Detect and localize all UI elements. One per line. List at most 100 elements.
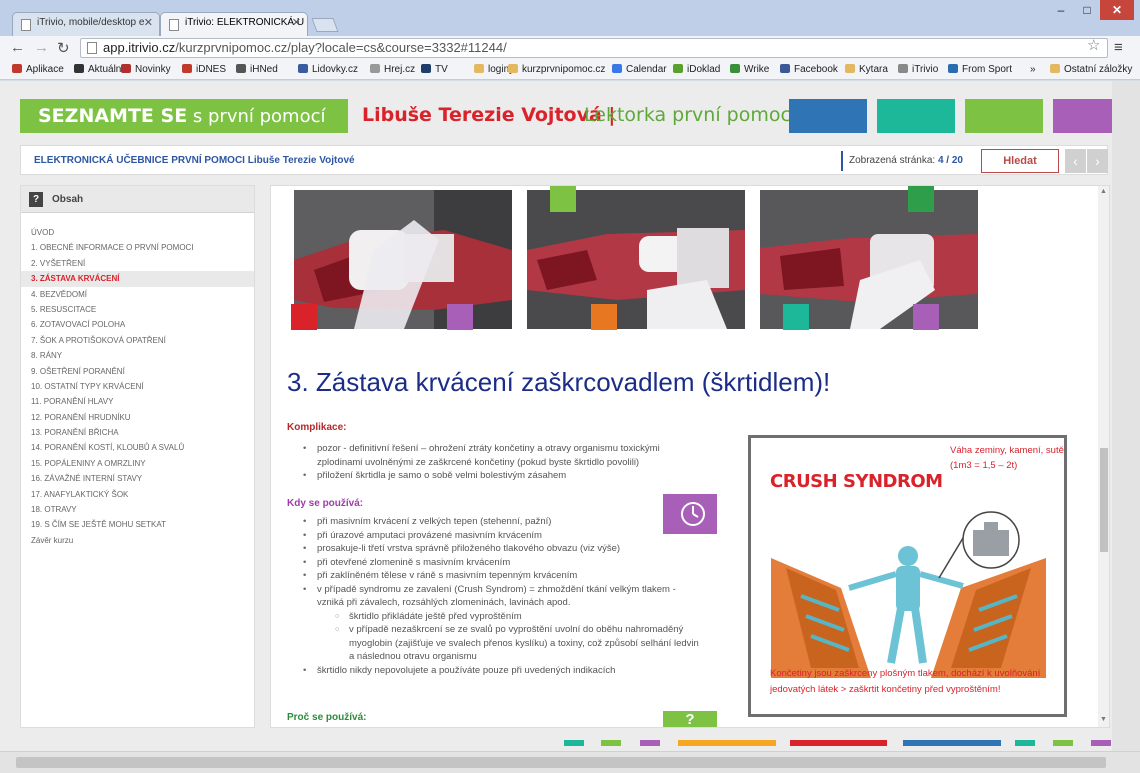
- bookmark-item[interactable]: Aktuálně: [74, 64, 127, 75]
- toc-item[interactable]: ÚVOD: [21, 225, 254, 240]
- new-tab-button[interactable]: [311, 18, 339, 32]
- lesson-content: 3. Zástava krvácení zaškrcovadlem (škrti…: [270, 185, 1110, 728]
- bookmarks-bar: Aplikace Aktuálně Novinky iDNES iHNed Lidovky…: [0, 60, 1140, 80]
- page-icon: [169, 19, 179, 31]
- toc-item[interactable]: 15. POPÁLENINY A OMRZLINY: [21, 456, 254, 471]
- toc-item[interactable]: 9. OŠETŘENÍ PORANĚNÍ: [21, 364, 254, 379]
- color-square: [447, 304, 473, 330]
- color-square: [550, 186, 576, 212]
- toc-item[interactable]: 3. ZÁSTAVA KRVÁCENÍ: [21, 271, 254, 287]
- toc-item[interactable]: 5. RESUSCITACE: [21, 302, 254, 317]
- bookmark-item[interactable]: Facebook: [780, 64, 838, 75]
- toc-item[interactable]: 11. PORANĚNÍ HLAVY: [21, 394, 254, 409]
- bookmark-icon: [673, 64, 683, 73]
- minimize-icon[interactable]: –: [1048, 0, 1074, 20]
- page-scrollbar[interactable]: [1112, 81, 1140, 751]
- web-page: SEZNAMTE SE s první pomocí Libuše Terezi…: [0, 81, 1112, 751]
- section-heading: Kdy se používá:: [287, 498, 364, 509]
- horizontal-scrollbar[interactable]: [0, 751, 1140, 773]
- forward-arrow-icon[interactable]: →: [34, 39, 49, 56]
- bookmark-item[interactable]: Kytara: [845, 64, 888, 75]
- toc-item[interactable]: 1. OBECNÉ INFORMACE O PRVNÍ POMOCI: [21, 240, 254, 255]
- list-item-text: a následnou otravu organismu: [349, 651, 477, 662]
- close-tab-icon[interactable]: ✕: [292, 16, 301, 29]
- bookmark-item[interactable]: iDNES: [182, 64, 226, 75]
- page-current: 4: [937, 155, 944, 166]
- toc-item[interactable]: 12. PORANĚNÍ HRUDNÍKU: [21, 410, 254, 425]
- page-total: 20: [951, 155, 963, 166]
- toc-item[interactable]: 6. ZOTAVOVACÍ POLOHA: [21, 317, 254, 332]
- toc-item[interactable]: 7. ŠOK A PROTIŠOKOVÁ OPATŘENÍ: [21, 333, 254, 348]
- browser-tab-active[interactable]: iTrivio: ELEKTRONICKÁ U ✕: [160, 12, 308, 36]
- intro-bold: SEZNAMTE SE: [38, 105, 188, 127]
- scroll-up-icon[interactable]: ▲: [1100, 188, 1107, 195]
- page-label: Zobrazená stránka:: [849, 155, 936, 166]
- color-block: [1053, 99, 1112, 133]
- toc-item[interactable]: 13. PORANĚNÍ BŘICHA: [21, 425, 254, 440]
- bookmark-item[interactable]: Wrike: [730, 64, 769, 75]
- color-block: [789, 99, 867, 133]
- sub-list-item: v případě nezaškrcení se ze svalů po vyp…: [335, 623, 699, 664]
- bookmark-item[interactable]: iDoklad: [673, 64, 720, 75]
- divider: [841, 151, 843, 171]
- sub-list: škrtidlo přikládáte ještě před vyproštěn…: [335, 610, 699, 664]
- menu-icon[interactable]: ≡: [1114, 39, 1123, 56]
- toc-item[interactable]: 4. BEZVĚDOMÍ: [21, 287, 254, 302]
- toc-item[interactable]: 14. PORANĚNÍ KOSTÍ, KLOUBŮ A SVALŮ: [21, 440, 254, 455]
- bookmark-icon: [474, 64, 484, 73]
- toc-item[interactable]: 2. VYŠETŘENÍ: [21, 256, 254, 271]
- scrollbar-thumb[interactable]: [1100, 448, 1108, 552]
- scroll-down-icon[interactable]: ▼: [1100, 716, 1107, 723]
- search-button[interactable]: Hledat: [981, 149, 1059, 173]
- toc-item[interactable]: 10. OSTATNÍ TYPY KRVÁCENÍ: [21, 379, 254, 394]
- toc-item[interactable]: 18. OTRAVY: [21, 502, 254, 517]
- star-icon[interactable]: ☆: [1087, 36, 1100, 54]
- bookmark-icon: [236, 64, 246, 73]
- other-bookmarks[interactable]: Ostatní záložky: [1050, 64, 1132, 75]
- bookmark-item[interactable]: From Sport: [948, 64, 1012, 75]
- close-window-icon[interactable]: ✕: [1100, 0, 1134, 20]
- weight-label: Váha zeminy, kamení, sutě: [950, 445, 1064, 456]
- bookmark-item[interactable]: TV: [421, 64, 448, 75]
- tab-label: iTrivio: ELEKTRONICKÁ U: [185, 17, 305, 28]
- page-sep: /: [946, 155, 950, 166]
- scrollbar-thumb[interactable]: [16, 757, 1106, 768]
- crush-caption: Končetiny jsou zaškrceny plošným tlakem,…: [770, 668, 1041, 679]
- toc-item[interactable]: Závěr kurzu: [21, 533, 254, 548]
- bookmark-item[interactable]: Lidovky.cz: [298, 64, 358, 75]
- bookmark-item[interactable]: iHNed: [236, 64, 278, 75]
- bookmark-icon: [845, 64, 855, 73]
- bookmark-item[interactable]: Aplikace: [12, 64, 64, 75]
- list-item: při úrazové amputaci provázené masivním …: [303, 529, 699, 543]
- complications-list: pozor - definitivní řešení – ohrožení zt…: [303, 442, 660, 483]
- bookmark-icon: [182, 64, 192, 73]
- toc-item[interactable]: 8. RÁNY: [21, 348, 254, 363]
- address-bar[interactable]: app.itrivio.cz/kurzprvnipomoc.cz/play?lo…: [80, 38, 1108, 58]
- crush-syndrome-figure: [771, 511, 1046, 678]
- content-scrollbar[interactable]: ▲ ▼: [1098, 186, 1109, 727]
- close-tab-icon[interactable]: ✕: [144, 16, 153, 29]
- toc-item[interactable]: 16. ZÁVAŽNÉ INTERNÍ STAVY: [21, 471, 254, 486]
- footer-stripe: [601, 740, 621, 746]
- bookmarks-more-icon[interactable]: »: [1030, 64, 1036, 75]
- bookmark-item[interactable]: iTrivio: [898, 64, 938, 75]
- maximize-icon[interactable]: □: [1074, 0, 1100, 20]
- crush-syndrome-illustration: CRUSH SYNDROM Váha zeminy, kamení, sutě …: [748, 435, 1067, 717]
- bookmark-item[interactable]: Calendar: [612, 64, 667, 75]
- back-arrow-icon[interactable]: ←: [10, 39, 25, 56]
- bookmark-icon: [780, 64, 790, 73]
- weight-value: (1m3 = 1,5 – 2t): [950, 460, 1018, 471]
- prev-page-button[interactable]: ‹: [1065, 149, 1086, 173]
- section-heading: Proč se používá:: [287, 712, 367, 723]
- bookmark-icon: [948, 64, 958, 73]
- reload-icon[interactable]: ↻: [57, 39, 70, 57]
- bookmark-item[interactable]: kurzprvnipomoc.cz: [508, 64, 605, 75]
- book-title: ELEKTRONICKÁ UČEBNICE PRVNÍ POMOCI Libuš…: [34, 155, 355, 166]
- browser-tab[interactable]: iTrivio, mobile/desktop e ✕: [12, 12, 160, 36]
- bookmark-item[interactable]: Novinky: [121, 64, 171, 75]
- toc-item[interactable]: 19. S ČÍM SE JEŠTĚ MOHU SETKAT: [21, 517, 254, 532]
- bookmark-item[interactable]: Hrej.cz: [370, 64, 415, 75]
- next-page-button[interactable]: ›: [1087, 149, 1108, 173]
- toc-item[interactable]: 17. ANAFYLAKTICKÝ ŠOK: [21, 487, 254, 502]
- bookmark-label: iHNed: [250, 64, 278, 75]
